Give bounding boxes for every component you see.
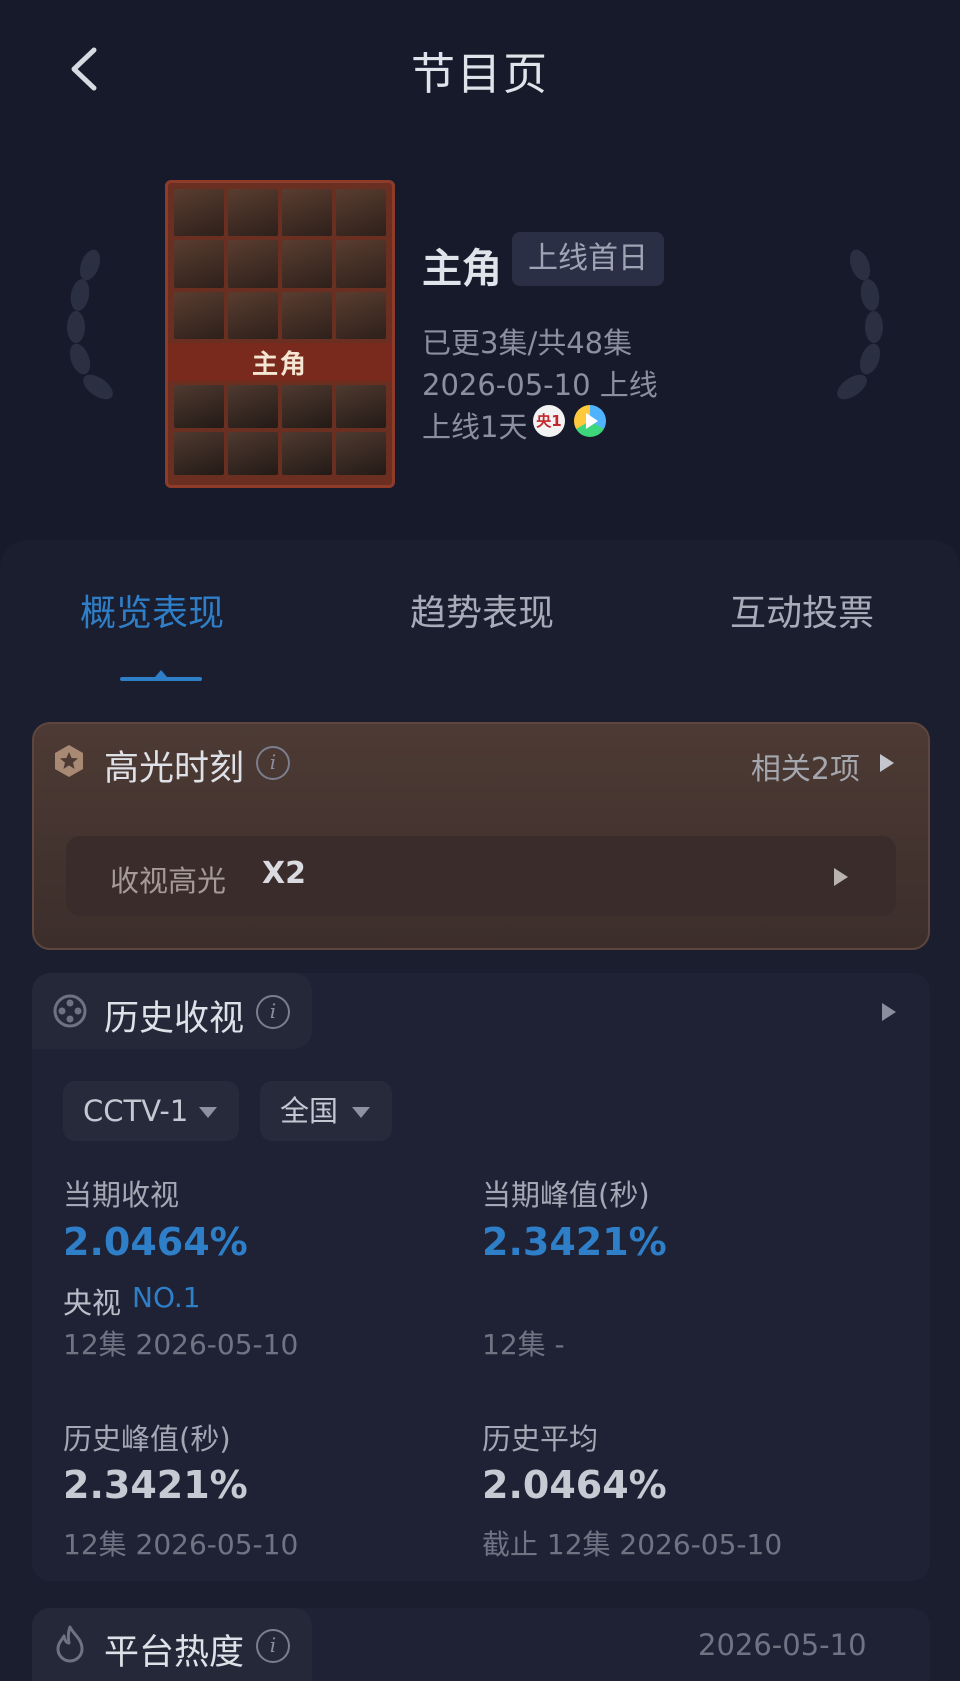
show-poster[interactable]: 主角 bbox=[165, 180, 395, 488]
platform-heat-title: 平台热度 bbox=[104, 1633, 245, 1673]
play-arrow-icon[interactable] bbox=[834, 868, 848, 886]
top-bar: 节目页 bbox=[0, 0, 960, 140]
tab-trend[interactable]: 趋势表现 bbox=[410, 584, 554, 636]
current-rating-episode: 12集 2026-05-10 bbox=[63, 1328, 299, 1361]
channel-select[interactable]: CCTV-1 bbox=[63, 1081, 239, 1141]
history-average-value: 2.0464% bbox=[482, 1463, 667, 1507]
rank-label: 央视 bbox=[63, 1286, 122, 1320]
info-icon[interactable]: i bbox=[256, 995, 290, 1029]
rank-value: NO.1 bbox=[132, 1281, 201, 1314]
current-rating-label: 当期收视 bbox=[63, 1178, 180, 1212]
platform-heat-date: 2026-05-10 bbox=[698, 1628, 867, 1662]
play-arrow-icon[interactable] bbox=[882, 1003, 896, 1021]
caret-down-icon bbox=[352, 1107, 370, 1118]
laurel-right-icon bbox=[837, 249, 883, 400]
history-peak-label: 历史峰值(秒) bbox=[63, 1422, 231, 1456]
star-badge-icon bbox=[55, 745, 83, 777]
current-peak-episode: 12集 - bbox=[482, 1328, 565, 1361]
history-average-label: 历史平均 bbox=[482, 1422, 599, 1456]
tab-indicator-caret bbox=[155, 670, 167, 677]
poster-title: 主角 bbox=[251, 349, 308, 380]
release-date: 2026-05-10 上线 bbox=[422, 368, 658, 402]
info-icon[interactable]: i bbox=[256, 746, 290, 780]
play-arrow-icon[interactable] bbox=[880, 754, 894, 772]
rating-highlight-value: X2 bbox=[262, 856, 307, 891]
page-title: 节目页 bbox=[411, 49, 549, 100]
tab-overview[interactable]: 概览表现 bbox=[80, 584, 224, 636]
current-peak-label: 当期峰值(秒) bbox=[482, 1178, 650, 1212]
status-badge: 上线首日 bbox=[512, 232, 664, 286]
poster-cast-grid-bottom bbox=[174, 385, 386, 475]
flame-icon bbox=[56, 1625, 84, 1663]
film-reel-icon bbox=[53, 994, 87, 1028]
highlights-title: 高光时刻 bbox=[104, 749, 245, 789]
history-peak-value: 2.3421% bbox=[63, 1463, 248, 1507]
cctv1-channel-icon: 央1 bbox=[533, 405, 565, 437]
tab-indicator bbox=[120, 677, 202, 681]
rating-highlight-label: 收视高光 bbox=[110, 864, 227, 898]
poster-title-band: 主角 bbox=[168, 343, 392, 381]
channel-select-value: CCTV-1 bbox=[83, 1094, 189, 1128]
video-platform-icon bbox=[574, 405, 606, 437]
history-average-episode: 截止 12集 2026-05-10 bbox=[482, 1528, 783, 1561]
history-ratings-title: 历史收视 bbox=[104, 999, 245, 1039]
tab-vote[interactable]: 互动投票 bbox=[730, 584, 874, 636]
episode-count: 已更3集/共48集 bbox=[422, 326, 633, 360]
highlights-related-link[interactable]: 相关2项 bbox=[751, 744, 860, 788]
current-peak-value: 2.3421% bbox=[482, 1220, 667, 1264]
current-rating-value: 2.0464% bbox=[63, 1220, 248, 1264]
region-select-value: 全国 bbox=[280, 1094, 339, 1128]
caret-down-icon bbox=[199, 1107, 217, 1118]
info-icon[interactable]: i bbox=[256, 1629, 290, 1663]
laurel-left-icon bbox=[67, 249, 113, 400]
show-name: 主角 bbox=[422, 246, 502, 292]
history-peak-episode: 12集 2026-05-10 bbox=[63, 1528, 299, 1561]
region-select[interactable]: 全国 bbox=[260, 1081, 392, 1141]
poster-cast-grid bbox=[174, 189, 386, 339]
days-online: 上线1天 bbox=[422, 410, 528, 444]
